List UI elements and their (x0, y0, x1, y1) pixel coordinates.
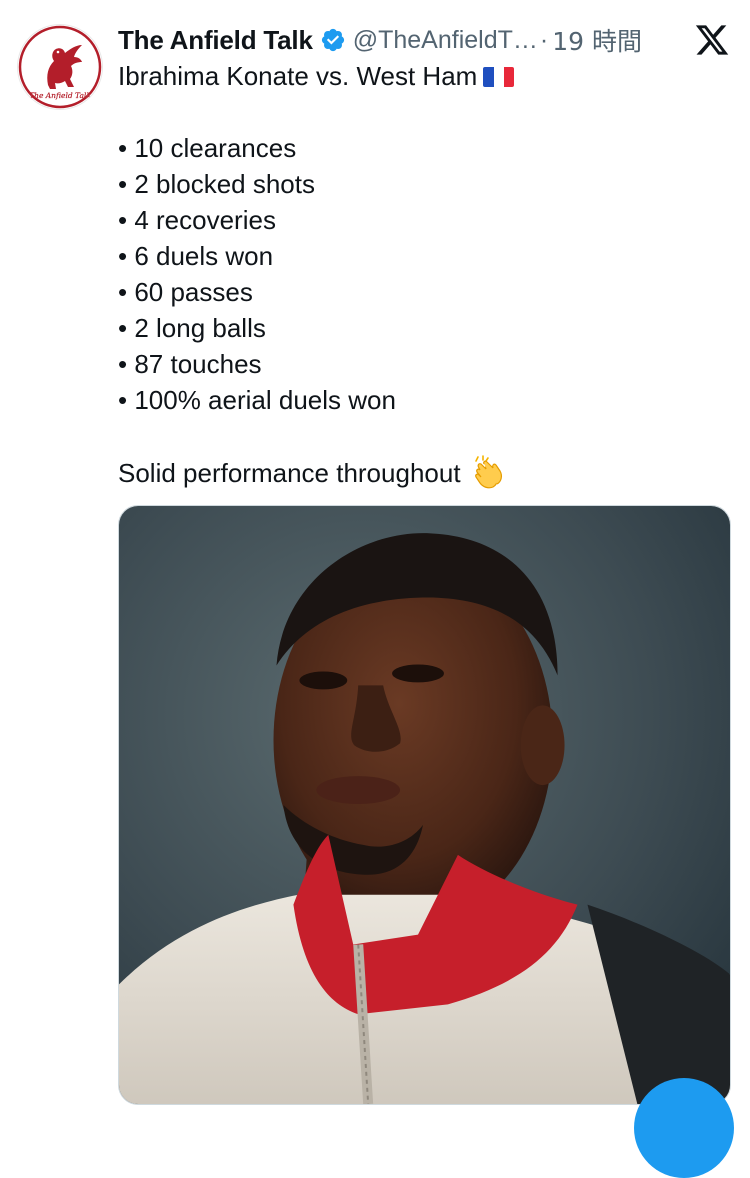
display-name[interactable]: The Anfield Talk (118, 25, 313, 56)
anfield-talk-logo: The Anfield Talk The Anfield Talk (18, 25, 102, 109)
verified-badge-icon[interactable] (320, 27, 346, 53)
compose-fab-button[interactable] (634, 1078, 734, 1178)
timestamp[interactable]: 19 時間 (552, 22, 642, 58)
svg-text:The Anfield Talk: The Anfield Talk (29, 91, 91, 100)
stat-item: • 87 touches (118, 349, 262, 379)
france-flag-emoji (483, 67, 515, 87)
tweet-headline-line: Ibrahima Konate vs. West Ham (118, 58, 728, 94)
handle[interactable]: @TheAnfieldT… (353, 26, 538, 55)
stat-item: • 6 duels won (118, 241, 274, 271)
stat-item: • 2 long balls (118, 313, 266, 343)
clapping-hands-emoji (474, 455, 502, 489)
tweet-headline: Ibrahima Konate vs. West Ham (118, 61, 478, 91)
stat-item: • 4 recoveries (118, 205, 276, 235)
avatar[interactable]: The Anfield Talk The Anfield Talk (18, 25, 102, 109)
tweet-text: Ibrahima Konate vs. West Ham • 10 cleara… (118, 58, 728, 491)
tweet-media-image[interactable] (118, 505, 731, 1105)
stat-item: • 10 clearances (118, 133, 297, 163)
separator-dot: · (539, 25, 549, 54)
tweet-closing-line: Solid performance throughout (118, 454, 728, 491)
stats-list: • 10 clearances • 2 blocked shots • 4 re… (118, 130, 728, 418)
tweet-closing: Solid performance throughout (118, 458, 461, 488)
player-photo (119, 506, 730, 1104)
stat-item: • 100% aerial duels won (118, 385, 396, 415)
stat-item: • 2 blocked shots (118, 169, 315, 199)
x-logo-icon[interactable] (694, 22, 730, 58)
tweet-header: The Anfield Talk @TheAnfieldT… · 19 時間 (118, 22, 738, 58)
stat-item: • 60 passes (118, 277, 253, 307)
